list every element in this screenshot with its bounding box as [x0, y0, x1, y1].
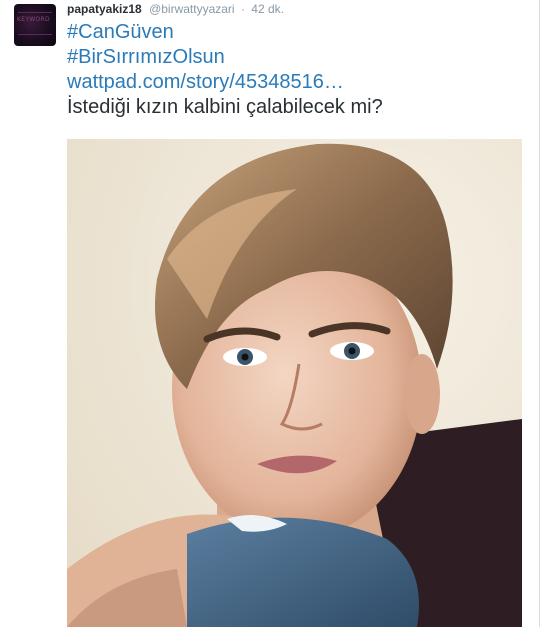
separator: ·	[240, 2, 245, 16]
avatar[interactable]: KEYWORD	[14, 4, 56, 46]
photo-portrait	[67, 139, 522, 627]
tweet-text: #CanGüven #BirSırrımızOlsun wattpad.com/…	[67, 20, 527, 120]
user-handle[interactable]: @birwattyyazari	[149, 2, 235, 16]
story-link[interactable]: wattpad.com/story/45348516…	[67, 71, 344, 93]
avatar-decoration	[18, 12, 52, 13]
hashtag-link[interactable]: #CanGüven	[67, 21, 174, 43]
avatar-decoration	[18, 34, 52, 35]
tweet-body-text: İstediği kızın kalbini çalabilecek mi?	[67, 96, 383, 118]
hashtag-link[interactable]: #BirSırrımızOlsun	[67, 46, 225, 68]
timestamp[interactable]: 42 dk.	[251, 2, 284, 16]
tweet-photo[interactable]	[67, 139, 522, 627]
tweet-header: papatyakiz18 @birwattyyazari · 42 dk.	[67, 2, 284, 18]
avatar-text: KEYWORD	[17, 16, 50, 23]
username[interactable]: papatyakiz18	[67, 2, 142, 16]
tweet-container: KEYWORD papatyakiz18 @birwattyyazari · 4…	[0, 0, 540, 627]
